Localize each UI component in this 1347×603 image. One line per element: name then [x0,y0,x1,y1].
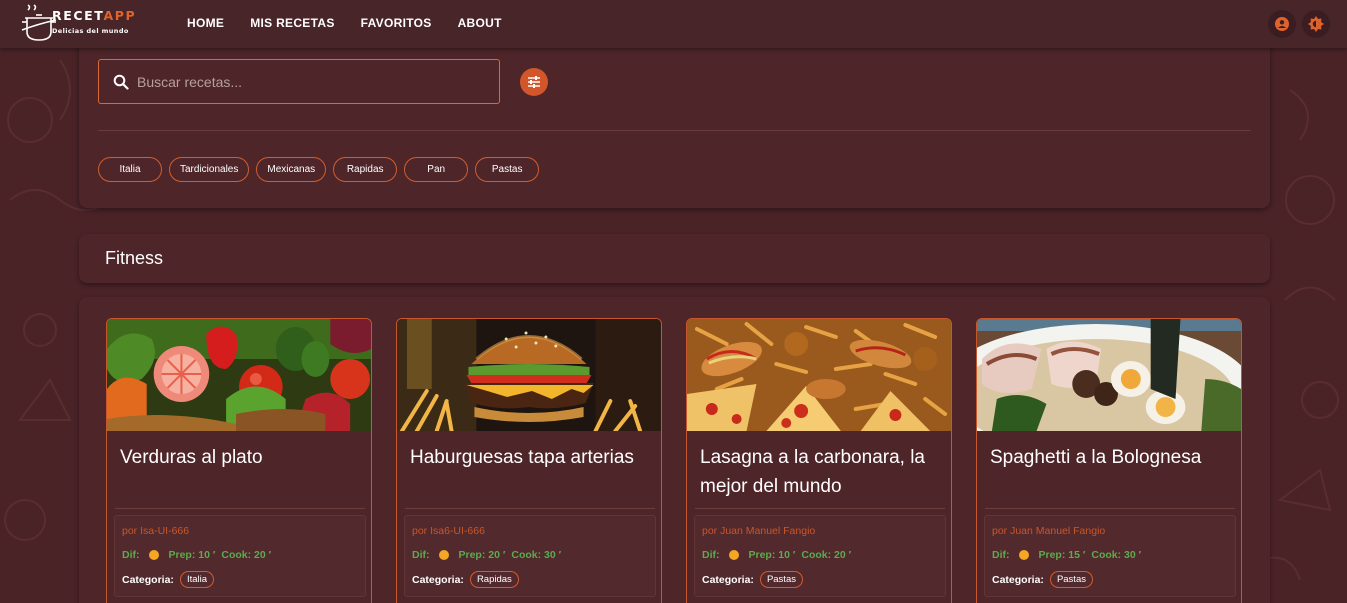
category-label: Categoria: [412,573,464,586]
category-chip[interactable]: Italia [179,571,215,588]
recipe-title[interactable]: Lasagna a la carbonara, la mejor del mun… [700,443,930,501]
search-icon [113,74,129,90]
recipe-stats: Dif: Prep: 10 ′ Cook: 20 ′ [702,549,851,561]
search-panel: Italia Tardicionales Mexicanas Rapidas P… [79,40,1270,208]
difficulty-label: Dif: [992,549,1010,561]
recipe-title[interactable]: Spaghetti a la Bolognesa [990,443,1220,472]
category-label: Categoria: [702,573,754,586]
recipe-image-fast-food [687,319,951,431]
tune-icon [528,76,540,88]
prep-time: Prep: 20 ′ [458,549,506,561]
recipe-meta: por Isa6-UI-666 Dif: Prep: 20 ′ Cook: 30… [404,515,656,597]
recipe-image-vegetables [107,319,371,431]
recipe-image-ramen [977,319,1241,431]
chip-mexicanas[interactable]: Mexicanas [256,157,327,182]
chip-rapidas[interactable]: Rapidas [333,157,398,182]
nav-about[interactable]: ABOUT [458,16,502,30]
search-field[interactable] [98,59,500,104]
divider [98,130,1251,131]
brand: RECETAPP Delicias del mundo [52,8,152,35]
cook-time: Cook: 20 ′ [221,549,272,561]
chip-tardicionales[interactable]: Tardicionales [169,157,250,182]
recipe-title[interactable]: Verduras al plato [120,443,350,472]
recipe-title[interactable]: Haburguesas tapa arterias [410,443,640,472]
recipe-card[interactable]: Haburguesas tapa arterias por Isa6-UI-66… [396,318,662,603]
chip-pastas[interactable]: Pastas [475,157,540,182]
theme-toggle-button[interactable] [1302,10,1330,38]
recipe-stats: Dif: Prep: 20 ′ Cook: 30 ′ [412,549,561,561]
cook-time: Cook: 30 ′ [511,549,562,561]
recipe-card[interactable]: Verduras al plato por Isa-UI-666 Dif: Pr… [106,318,372,603]
nav-favoritos[interactable]: FAVORITOS [361,16,432,30]
recipe-card[interactable]: Lasagna a la carbonara, la mejor del mun… [686,318,952,603]
section-header: Fitness [79,234,1270,283]
recipe-meta: por Juan Manuel Fangio Dif: Prep: 15 ′ C… [984,515,1236,597]
chip-pan[interactable]: Pan [404,157,469,182]
prep-time: Prep: 10 ′ [168,549,216,561]
brand-name: RECETAPP [52,8,137,23]
category-row: Categoria: Italia [122,571,215,588]
recipe-stats: Dif: Prep: 15 ′ Cook: 30 ′ [992,549,1141,561]
prep-time: Prep: 15 ′ [1038,549,1086,561]
recipe-grid: Verduras al plato por Isa-UI-666 Dif: Pr… [79,297,1270,603]
difficulty-label: Dif: [412,549,430,561]
recipe-card[interactable]: Spaghetti a la Bolognesa por Juan Manuel… [976,318,1242,603]
difficulty-indicator [728,550,739,560]
nav-links: HOME MIS RECETAS FAVORITOS ABOUT [187,16,528,30]
nav-mis-recetas[interactable]: MIS RECETAS [250,16,334,30]
divider [695,508,945,509]
nav-home[interactable]: HOME [187,16,224,30]
chip-italia[interactable]: Italia [98,157,162,182]
recipe-author: por Juan Manuel Fangio [702,525,816,537]
cook-time: Cook: 20 ′ [801,549,852,561]
divider [985,508,1235,509]
category-row: Categoria: Pastas [702,571,803,588]
divider [405,508,655,509]
top-navbar: RECETAPP Delicias del mundo HOME MIS REC… [0,0,1347,48]
category-label: Categoria: [122,573,174,586]
category-row: Categoria: Pastas [992,571,1093,588]
search-input[interactable] [137,73,477,90]
cook-time: Cook: 30 ′ [1091,549,1142,561]
category-chip[interactable]: Pastas [1049,571,1093,588]
recipe-meta: por Isa-UI-666 Dif: Prep: 10 ′ Cook: 20 … [114,515,366,597]
category-chip[interactable]: Pastas [759,571,803,588]
category-row: Categoria: Rapidas [412,571,519,588]
category-chips: Italia Tardicionales Mexicanas Rapidas P… [98,157,540,182]
recipe-author: por Isa6-UI-666 [412,525,485,537]
difficulty-label: Dif: [122,549,140,561]
header-actions [1268,10,1330,38]
category-chip[interactable]: Rapidas [469,571,519,588]
recipe-stats: Dif: Prep: 10 ′ Cook: 20 ′ [122,549,271,561]
brand-tagline: Delicias del mundo [52,27,129,35]
difficulty-indicator [1018,550,1029,560]
category-label: Categoria: [992,573,1044,586]
account-icon [1275,17,1289,31]
difficulty-indicator [438,550,449,560]
filter-button[interactable] [520,68,548,96]
section-title: Fitness [105,248,164,268]
recipe-image-burger [397,319,661,431]
account-button[interactable] [1268,10,1296,38]
difficulty-label: Dif: [702,549,720,561]
theme-toggle-icon [1308,16,1324,32]
recipe-meta: por Juan Manuel Fangio Dif: Prep: 10 ′ C… [694,515,946,597]
recipe-author: por Isa-UI-666 [122,525,190,537]
recipe-author: por Juan Manuel Fangio [992,525,1106,537]
prep-time: Prep: 10 ′ [748,549,796,561]
difficulty-indicator [148,550,159,560]
divider [115,508,365,509]
